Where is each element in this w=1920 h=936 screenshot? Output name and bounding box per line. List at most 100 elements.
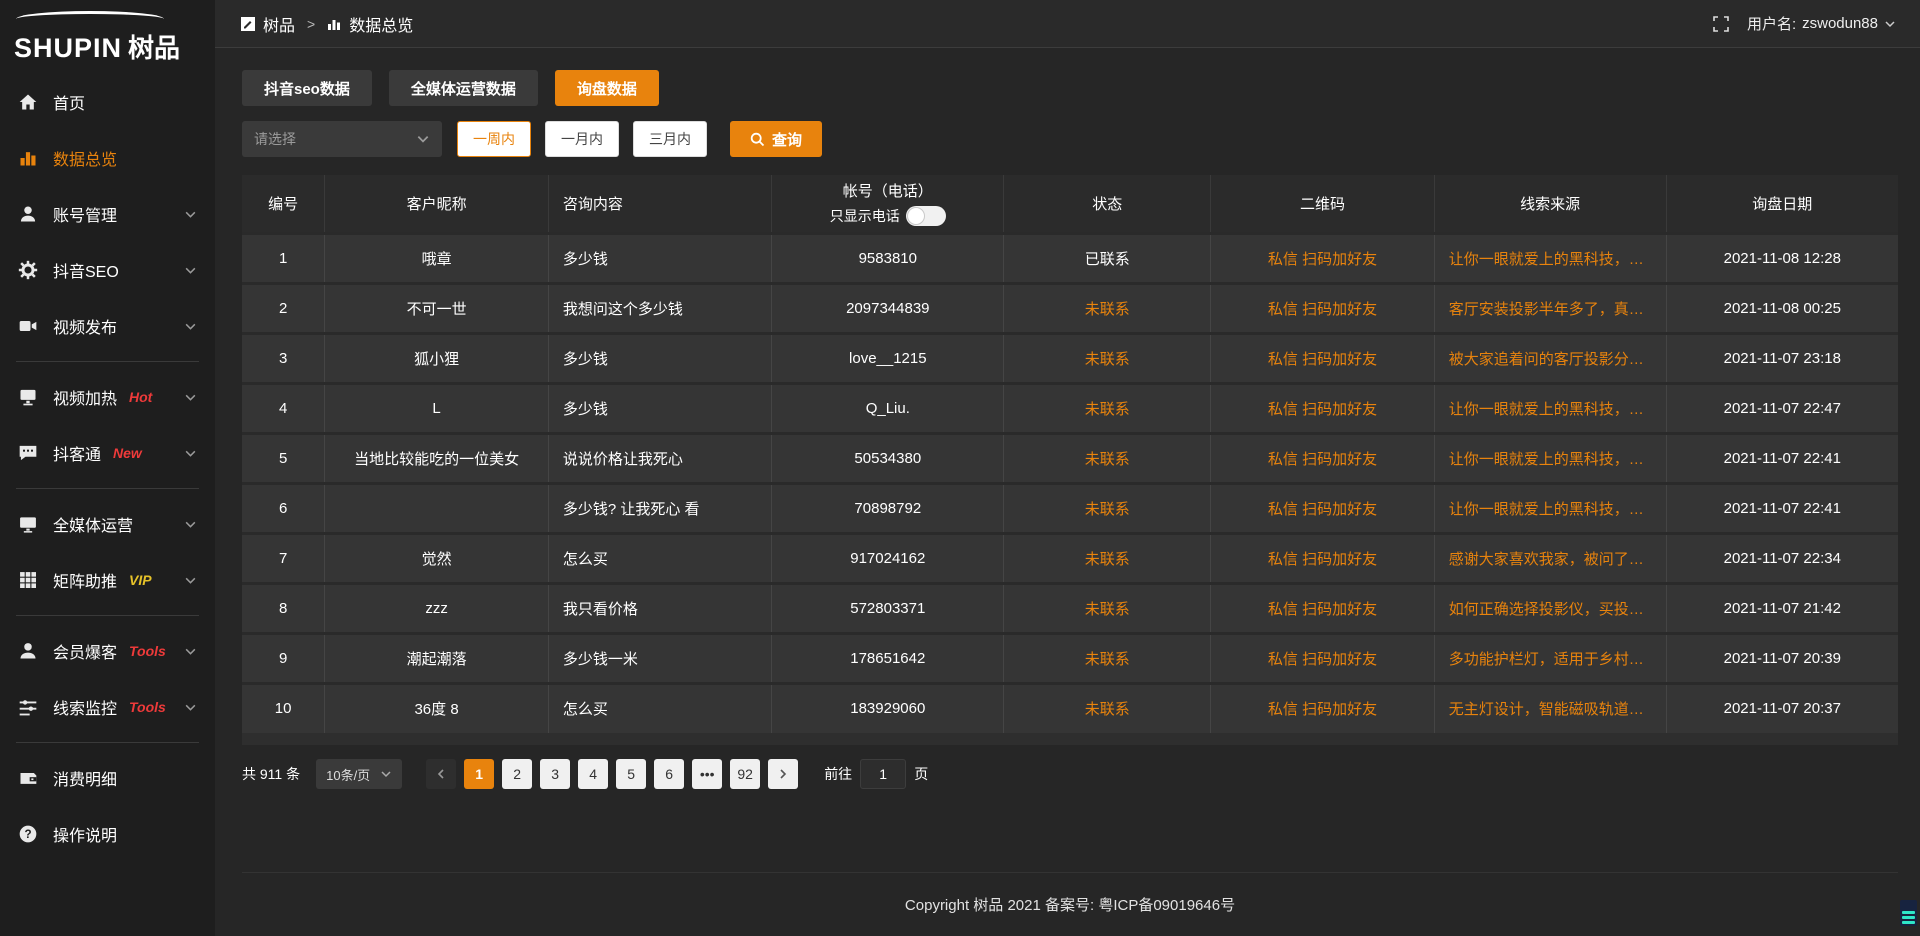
logo-text-cn: 树品 (128, 28, 180, 65)
serial-cell: 4 (242, 383, 325, 433)
goto-page-input[interactable] (860, 759, 906, 789)
sidebar-item-label: 账号管理 (53, 202, 117, 226)
page-size-value: 10条/页 (326, 765, 370, 784)
source-cell[interactable]: 客厅安装投影半年多了，真实... (1434, 283, 1666, 333)
qrcode-cell[interactable]: 私信 扫码加好友 (1211, 233, 1435, 283)
col-status: 状态 (1004, 175, 1211, 233)
date-cell: 2021-11-07 22:47 (1666, 383, 1898, 433)
sidebar-item-video[interactable]: 视频发布 (0, 298, 215, 354)
app-logo: SHUPIN 树品 (0, 6, 215, 68)
nickname-cell: 36度 8 (325, 683, 549, 733)
sidebar-item-label: 消费明细 (53, 766, 117, 790)
fullscreen-icon[interactable] (1713, 16, 1729, 32)
prev-page-button[interactable] (426, 759, 456, 789)
sidebar-item-label: 线索监控 (53, 695, 117, 719)
phone-only-toggle[interactable] (906, 206, 946, 226)
video-icon (18, 316, 38, 336)
col-account: 帐号（电话） 只显示电话 (772, 175, 1004, 233)
serial-cell: 8 (242, 583, 325, 633)
overlay-widget (1900, 900, 1917, 926)
qrcode-cell[interactable]: 私信 扫码加好友 (1211, 583, 1435, 633)
sidebar-item-label: 数据总览 (53, 146, 117, 170)
sidebar-item-chat[interactable]: 抖客通New (0, 425, 215, 481)
serial-cell: 2 (242, 283, 325, 333)
content-cell: 我只看价格 (548, 583, 772, 633)
filter-row: 请选择 一周内一月内三月内 查询 (242, 121, 1898, 157)
qrcode-cell[interactable]: 私信 扫码加好友 (1211, 633, 1435, 683)
sidebar-item-gear[interactable]: 抖音SEO (0, 242, 215, 298)
qrcode-cell[interactable]: 私信 扫码加好友 (1211, 433, 1435, 483)
chat-icon (18, 443, 38, 463)
gear-icon (18, 260, 38, 280)
qrcode-cell[interactable]: 私信 扫码加好友 (1211, 683, 1435, 733)
filter-select-placeholder: 请选择 (254, 129, 296, 149)
source-cell[interactable]: 让你一眼就爱上的黑科技，能... (1434, 433, 1666, 483)
source-cell[interactable]: 感谢大家喜欢我家，被问了好... (1434, 533, 1666, 583)
status-cell: 未联系 (1004, 333, 1211, 383)
inquiry-table-wrap: 编号 客户昵称 咨询内容 帐号（电话） 只显示电话 状态 二维码 线索来源 (242, 175, 1898, 745)
user-menu[interactable]: 用户名: zswodun88 (1747, 13, 1896, 34)
sidebar: SHUPIN 树品 首页数据总览账号管理抖音SEO视频发布视频加热Hot抖客通N… (0, 0, 215, 936)
chevron-down-icon (1884, 18, 1896, 30)
filter-select[interactable]: 请选择 (242, 121, 442, 157)
tab-3[interactable]: 询盘数据 (555, 70, 659, 106)
sidebar-item-sliders[interactable]: 线索监控Tools (0, 679, 215, 735)
qrcode-cell[interactable]: 私信 扫码加好友 (1211, 283, 1435, 333)
time-range-button-2[interactable]: 一月内 (545, 121, 619, 157)
sidebar-item-monitor[interactable]: 全媒体运营 (0, 496, 215, 552)
sidebar-item-screen[interactable]: 视频加热Hot (0, 369, 215, 425)
source-cell[interactable]: 让你一眼就爱上的黑科技，能... (1434, 233, 1666, 283)
chevron-down-icon (184, 447, 197, 460)
tab-1[interactable]: 抖音seo数据 (242, 70, 372, 106)
sidebar-item-grid[interactable]: 矩阵助推VIP (0, 552, 215, 608)
source-cell[interactable]: 无主灯设计，智能磁吸轨道灯... (1434, 683, 1666, 733)
col-qrcode: 二维码 (1211, 175, 1435, 233)
sidebar-item-help[interactable]: ?操作说明 (0, 806, 215, 862)
col-serial: 编号 (242, 175, 325, 233)
sidebar-item-label: 矩阵助推 (53, 568, 117, 592)
qrcode-cell[interactable]: 私信 扫码加好友 (1211, 483, 1435, 533)
page-button-1[interactable]: 1 (464, 759, 494, 789)
top-header: 树品 > 数据总览 用户名: zswodun88 (215, 0, 1920, 48)
sidebar-item-chart[interactable]: 数据总览 (0, 130, 215, 186)
page-button-92[interactable]: 92 (730, 759, 760, 789)
qrcode-cell[interactable]: 私信 扫码加好友 (1211, 333, 1435, 383)
sidebar-item-member[interactable]: 会员爆客Tools (0, 623, 215, 679)
search-icon (750, 132, 765, 147)
sidebar-item-label: 首页 (53, 90, 85, 114)
breadcrumb-root[interactable]: 树品 (263, 12, 295, 36)
account-cell: 2097344839 (772, 283, 1004, 333)
source-cell[interactable]: 让你一眼就爱上的黑科技，能... (1434, 383, 1666, 433)
next-page-button[interactable] (768, 759, 798, 789)
page-button-5[interactable]: 5 (616, 759, 646, 789)
qrcode-cell[interactable]: 私信 扫码加好友 (1211, 533, 1435, 583)
status-cell: 未联系 (1004, 483, 1211, 533)
source-cell[interactable]: 多功能护栏灯，适用于乡村文... (1434, 633, 1666, 683)
qrcode-cell[interactable]: 私信 扫码加好友 (1211, 383, 1435, 433)
date-cell: 2021-11-07 22:41 (1666, 483, 1898, 533)
time-range-button-3[interactable]: 三月内 (633, 121, 707, 157)
page-ellipsis-button[interactable]: ••• (692, 759, 722, 789)
query-button[interactable]: 查询 (730, 121, 822, 157)
time-range-button-1[interactable]: 一周内 (457, 121, 531, 157)
page-button-4[interactable]: 4 (578, 759, 608, 789)
chevron-down-icon (184, 264, 197, 277)
sidebar-item-wallet[interactable]: 消费明细 (0, 750, 215, 806)
tab-2[interactable]: 全媒体运营数据 (389, 70, 538, 106)
sidebar-item-user[interactable]: 账号管理 (0, 186, 215, 242)
sidebar-item-home[interactable]: 首页 (0, 74, 215, 130)
page-button-3[interactable]: 3 (540, 759, 570, 789)
page-button-2[interactable]: 2 (502, 759, 532, 789)
page-footer: Copyright 树品 2021 备案号: 粤ICP备09019646号 (242, 872, 1898, 936)
serial-cell: 6 (242, 483, 325, 533)
table-row: 6多少钱? 让我死心 看70898792未联系私信 扫码加好友让你一眼就爱上的黑… (242, 483, 1898, 533)
nickname-cell: 觉然 (325, 533, 549, 583)
username-value: zswodun88 (1802, 15, 1878, 32)
page-size-select[interactable]: 10条/页 (316, 759, 402, 789)
page-button-6[interactable]: 6 (654, 759, 684, 789)
time-range-group: 一周内一月内三月内 (457, 121, 707, 157)
content-cell: 多少钱 (548, 233, 772, 283)
source-cell[interactable]: 让你一眼就爱上的黑科技，能... (1434, 483, 1666, 533)
source-cell[interactable]: 如何正确选择投影仪，买投影... (1434, 583, 1666, 633)
source-cell[interactable]: 被大家追着问的客厅投影分享... (1434, 333, 1666, 383)
